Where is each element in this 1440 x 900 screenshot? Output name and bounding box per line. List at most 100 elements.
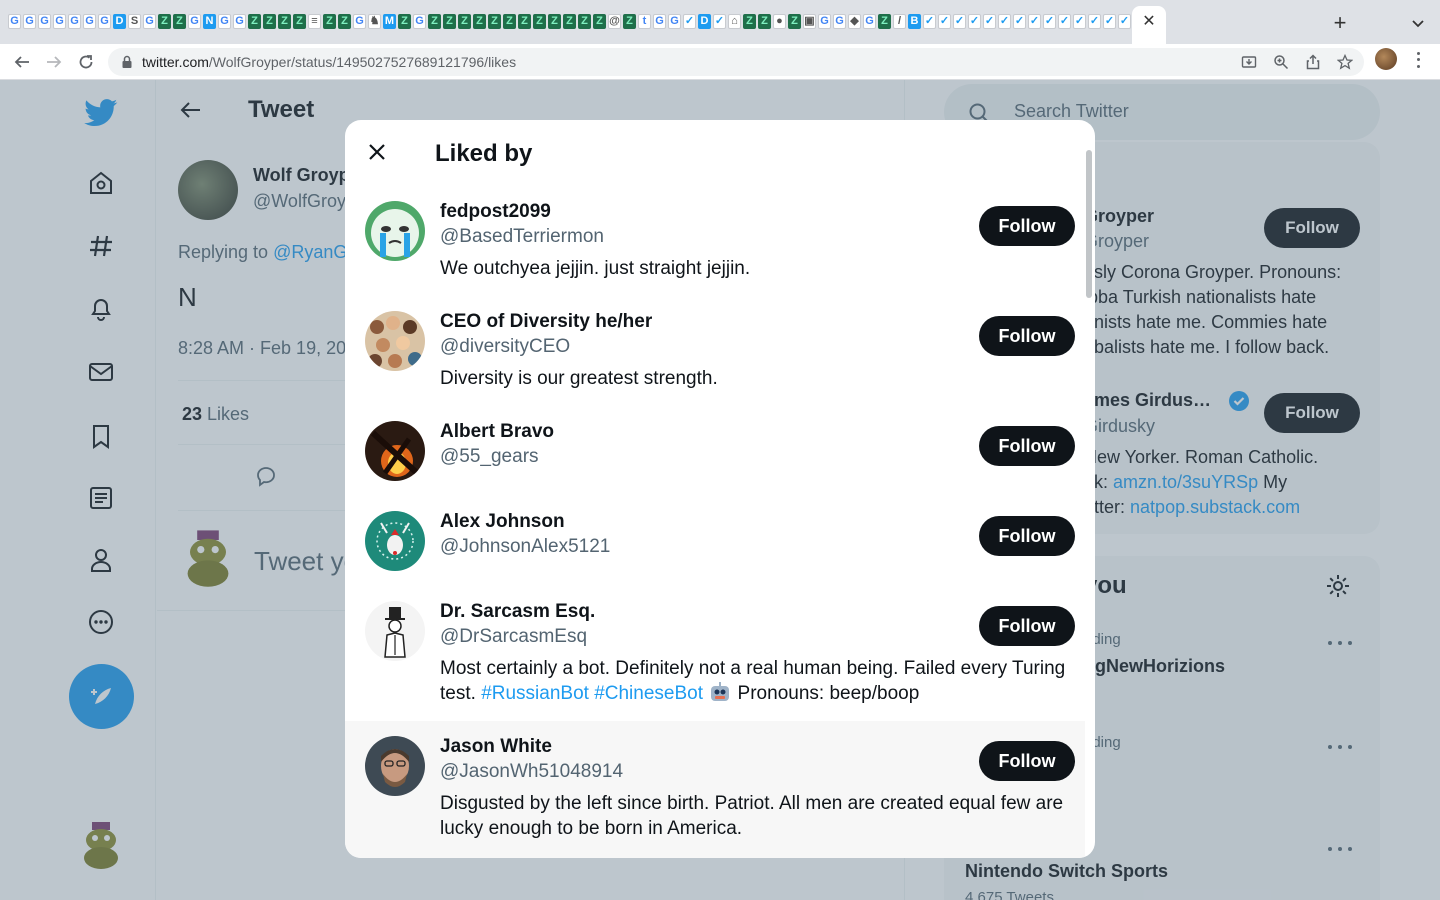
user-avatar[interactable] <box>365 311 425 371</box>
follow-button[interactable]: Follow <box>979 206 1075 246</box>
tab-favicon[interactable]: ✓ <box>968 14 981 29</box>
tab-favicon[interactable]: Z <box>743 14 756 29</box>
tab-favicon[interactable]: Z <box>173 14 186 29</box>
bookmark-star-icon[interactable] <box>1336 53 1354 71</box>
tab-favicon[interactable]: ✓ <box>1073 14 1086 29</box>
tab-favicon[interactable]: G <box>83 14 96 29</box>
tab-favicon[interactable]: Z <box>488 14 501 29</box>
tab-favicon[interactable]: Z <box>293 14 306 29</box>
tab-favicon[interactable]: G <box>413 14 426 29</box>
tab-favicon[interactable]: G <box>863 14 876 29</box>
tab-favicon[interactable]: Z <box>158 14 171 29</box>
tab-favicon[interactable]: ⌂ <box>728 14 741 29</box>
share-icon[interactable] <box>1304 53 1322 71</box>
tab-favicon[interactable]: G <box>23 14 36 29</box>
tab-favicon[interactable]: ✓ <box>923 14 936 29</box>
tab-favicon[interactable]: ▣ <box>803 14 816 29</box>
tab-favicon[interactable]: G <box>668 14 681 29</box>
user-row[interactable]: Jason White @JasonWh51048914 Disgusted b… <box>345 721 1085 858</box>
tab-favicon[interactable]: G <box>8 14 21 29</box>
url-text[interactable]: twitter.com/WolfGroyper/status/149502752… <box>142 54 516 70</box>
user-row[interactable]: Albert Bravo @55_gears Follow <box>345 406 1085 496</box>
tab-favicon[interactable]: ✓ <box>983 14 996 29</box>
tab-favicon[interactable]: Z <box>458 14 471 29</box>
tab-favicon[interactable]: ✓ <box>1013 14 1026 29</box>
user-avatar[interactable] <box>365 511 425 571</box>
user-avatar[interactable] <box>365 421 425 481</box>
tab-favicon[interactable]: Z <box>338 14 351 29</box>
hashtag-link[interactable]: #RussianBot <box>481 683 589 704</box>
tab-favicon[interactable]: G <box>53 14 66 29</box>
forward-button[interactable] <box>42 50 66 74</box>
user-name[interactable]: fedpost2099 <box>440 201 551 223</box>
tab-favicon[interactable]: ✓ <box>1043 14 1056 29</box>
tab-favicon[interactable]: G <box>233 14 246 29</box>
new-tab-button[interactable]: + <box>1328 12 1352 36</box>
hashtag-link[interactable]: #ChineseBot <box>594 683 703 704</box>
tab-favicon[interactable]: N <box>203 14 216 29</box>
close-tab-icon[interactable]: ✕ <box>1141 14 1157 30</box>
user-handle[interactable]: @diversityCEO <box>440 336 570 358</box>
user-row[interactable]: fedpost2099 @BasedTerriermon We outchyea… <box>345 186 1085 296</box>
user-handle[interactable]: @55_gears <box>440 446 539 468</box>
follow-button[interactable]: Follow <box>979 426 1075 466</box>
tab-favicon[interactable]: ✓ <box>938 14 951 29</box>
user-handle[interactable]: @JasonWh51048914 <box>440 761 623 783</box>
tab-favicon[interactable]: ✓ <box>1088 14 1101 29</box>
tab-favicon[interactable]: G <box>98 14 111 29</box>
tab-favicon[interactable]: G <box>833 14 846 29</box>
tab-favicon[interactable]: Z <box>623 14 636 29</box>
tab-favicon[interactable]: B <box>908 14 921 29</box>
tab-favicon[interactable]: D <box>113 14 126 29</box>
tab-favicon[interactable]: ✓ <box>998 14 1011 29</box>
tab-favicon[interactable]: G <box>353 14 366 29</box>
user-name[interactable]: Dr. Sarcasm Esq. <box>440 601 595 623</box>
user-handle[interactable]: @DrSarcasmEsq <box>440 626 587 648</box>
user-avatar[interactable] <box>365 601 425 661</box>
user-row[interactable]: Dr. Sarcasm Esq. @DrSarcasmEsq Most cert… <box>345 586 1085 721</box>
tab-favicon[interactable]: Z <box>263 14 276 29</box>
tab-favicon[interactable]: Z <box>428 14 441 29</box>
tab-favicon[interactable]: ✓ <box>953 14 966 29</box>
tab-favicon[interactable]: Z <box>788 14 801 29</box>
tab-favicon[interactable]: Z <box>323 14 336 29</box>
browser-profile-avatar[interactable] <box>1375 48 1397 70</box>
zoom-icon[interactable] <box>1272 53 1290 71</box>
tab-favicon[interactable]: Z <box>593 14 606 29</box>
tab-favicon[interactable]: Z <box>563 14 576 29</box>
reload-button[interactable] <box>74 50 98 74</box>
tab-favicon[interactable]: G <box>38 14 51 29</box>
tab-favicon[interactable]: G <box>188 14 201 29</box>
tab-favicon[interactable]: S <box>128 14 141 29</box>
tab-favicon[interactable]: Z <box>878 14 891 29</box>
lock-icon[interactable] <box>120 55 134 69</box>
follow-button[interactable]: Follow <box>979 741 1075 781</box>
tab-favicon[interactable]: G <box>143 14 156 29</box>
tab-favicon[interactable]: Z <box>503 14 516 29</box>
user-name[interactable]: Alex Johnson <box>440 511 565 533</box>
tab-favicon[interactable]: G <box>218 14 231 29</box>
tab-favicon[interactable]: Z <box>518 14 531 29</box>
tab-favicon[interactable]: ✓ <box>713 14 726 29</box>
pinned-tabs[interactable]: G G G G G G G D S G Z Z G N G G Z Z Z Z ≡ Z Z G ♞ M Z G Z Z Z Z Z Z Z Z Z Z Z Z… <box>8 14 1318 36</box>
tab-favicon[interactable]: M <box>383 14 396 29</box>
back-button[interactable] <box>10 50 34 74</box>
follow-button[interactable]: Follow <box>979 316 1075 356</box>
user-handle[interactable]: @JohnsonAlex5121 <box>440 536 610 558</box>
scrollbar[interactable] <box>1086 150 1092 298</box>
browser-menu-icon[interactable] <box>1410 50 1426 70</box>
tab-favicon[interactable]: Z <box>398 14 411 29</box>
tab-favicon[interactable]: G <box>653 14 666 29</box>
user-name[interactable]: Jason White <box>440 736 552 758</box>
tab-favicon[interactable]: Z <box>278 14 291 29</box>
tab-favicon[interactable]: Z <box>758 14 771 29</box>
user-row[interactable]: CEO of Diversity he/her @diversityCEO Di… <box>345 296 1085 406</box>
user-name[interactable]: Albert Bravo <box>440 421 554 443</box>
install-app-icon[interactable] <box>1240 53 1258 71</box>
tab-favicon[interactable]: @ <box>608 14 621 29</box>
tab-favicon[interactable]: ✓ <box>683 14 696 29</box>
tab-favicon[interactable]: G <box>68 14 81 29</box>
tab-favicon[interactable]: ● <box>773 14 786 29</box>
user-handle[interactable]: @BasedTerriermon <box>440 226 604 248</box>
tab-favicon[interactable]: / <box>893 14 906 29</box>
